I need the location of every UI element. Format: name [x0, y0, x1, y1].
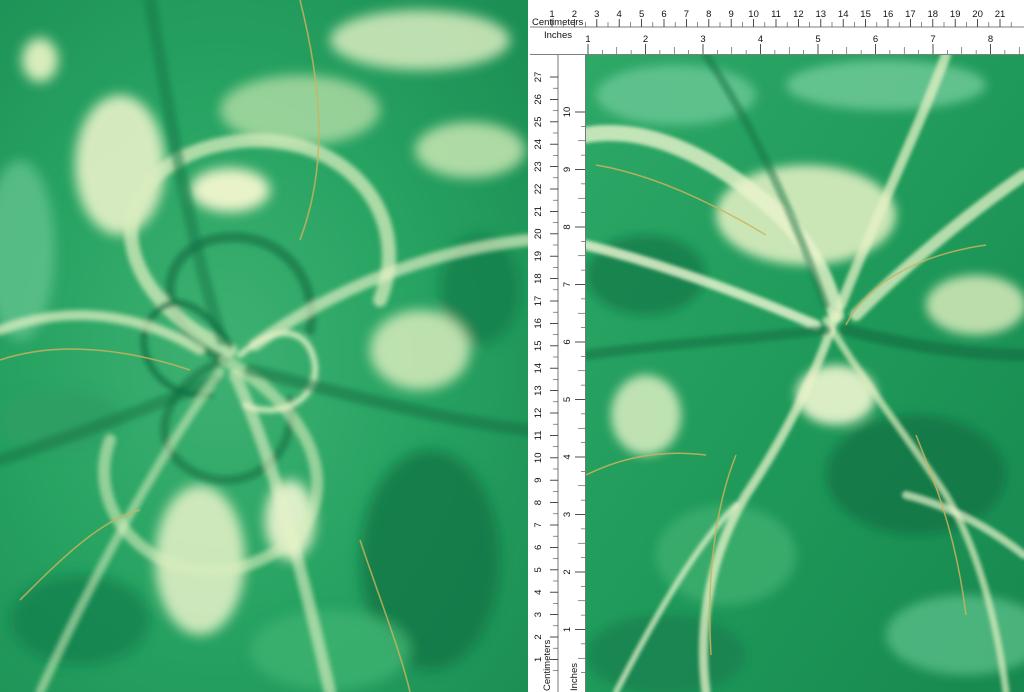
top-in-tick-label: 5: [815, 34, 820, 45]
side-in-tick-label: 4: [562, 454, 573, 459]
side-cm-tick-label: 22: [533, 184, 544, 195]
side-cm-tick-label: 8: [533, 500, 544, 505]
side-in-tick-label: 8: [562, 224, 573, 229]
side-cm-tick-label: 23: [533, 161, 544, 172]
top-in-tick-label: 1: [585, 34, 590, 45]
top-cm-tick-label: 14: [838, 9, 849, 20]
fabric-flat-swatch: [586, 55, 1024, 692]
top-cm-tick-label: 12: [793, 9, 804, 20]
top-cm-tick-label: 16: [883, 9, 894, 20]
side-in-label: Inches: [569, 663, 580, 691]
side-cm-tick-label: 4: [533, 590, 544, 595]
side-cm-tick-label: 12: [533, 408, 544, 419]
side-ruler: 27 26 25 24 23 22 21 20 19 18 17 16 15 14 13 12 11 10 9 8 7 6…: [530, 55, 586, 692]
top-cm-tick-label: 1: [549, 9, 554, 20]
side-in-tick-label: 3: [562, 512, 573, 517]
top-in-tick-label: 3: [700, 34, 705, 45]
side-cm-tick-label: 10: [533, 453, 544, 464]
fabric-swirl-photo: [0, 0, 528, 692]
side-cm-tick-label: 3: [533, 612, 544, 617]
side-cm-tick-label: 11: [533, 430, 544, 440]
top-cm-tick-label: 6: [661, 9, 666, 20]
side-cm-tick-label: 16: [533, 318, 544, 329]
top-cm-tick-label: 13: [816, 9, 827, 20]
top-in-tick-label: 7: [930, 34, 935, 45]
top-cm-tick-label: 17: [905, 9, 916, 20]
side-cm-tick-label: 21: [533, 206, 544, 217]
side-cm-label: Centimeters: [542, 640, 553, 691]
side-cm-tick-label: 15: [533, 341, 544, 352]
side-in-tick-label: 2: [562, 569, 573, 574]
side-cm-tick-label: 27: [533, 72, 544, 83]
side-cm-tick-label: 26: [533, 94, 544, 105]
top-cm-tick-label: 11: [771, 9, 781, 20]
side-cm-tick-label: 9: [533, 478, 544, 483]
side-in-tick-label: 7: [562, 282, 573, 287]
side-cm-tick-label: 5: [533, 567, 544, 572]
side-in-tick-label: 6: [562, 339, 573, 344]
side-cm-tick-label: 14: [533, 363, 544, 374]
top-cm-tick-label: 3: [594, 9, 599, 20]
side-cm-tick-label: 2: [533, 634, 544, 639]
side-cm-tick-label: 17: [533, 296, 544, 307]
top-cm-tick-label: 4: [617, 9, 622, 20]
side-cm-tick-label: 20: [533, 229, 544, 240]
top-cm-tick-label: 19: [950, 9, 961, 20]
product-image-composite: Centimeters Inches 1 2 3 4 5 6 7 8 9 10 11 12 13 14 15…: [0, 0, 1024, 692]
top-in-label: Inches: [544, 30, 572, 41]
top-cm-tick-label: 18: [928, 9, 939, 20]
top-cm-tick-label: 5: [639, 9, 644, 20]
top-cm-tick-label: 2: [572, 9, 577, 20]
side-cm-tick-label: 18: [533, 273, 544, 284]
top-ruler: Centimeters Inches 1 2 3 4 5 6 7 8 9 10 11 12 13 14 15…: [530, 0, 1024, 55]
side-cm-tick-label: 19: [533, 251, 544, 262]
top-in-tick-label: 4: [758, 34, 763, 45]
side-cm-tick-label: 7: [533, 522, 544, 527]
side-in-tick-label: 10: [562, 107, 573, 118]
top-in-tick-label: 6: [873, 34, 878, 45]
top-cm-tick-label: 8: [706, 9, 711, 20]
top-cm-tick-label: 20: [972, 9, 983, 20]
side-in-tick-label: 1: [562, 627, 573, 632]
top-cm-tick-label: 10: [748, 9, 759, 20]
side-cm-tick-label: 24: [533, 139, 544, 150]
top-in-tick-label: 2: [643, 34, 648, 45]
top-cm-tick-label: 21: [995, 9, 1006, 20]
side-in-tick-label: 9: [562, 167, 573, 172]
top-in-tick-label: 8: [988, 34, 993, 45]
top-cm-tick-label: 15: [860, 9, 871, 20]
top-cm-tick-label: 9: [729, 9, 734, 20]
side-cm-tick-label: 25: [533, 117, 544, 128]
side-cm-tick-label: 6: [533, 545, 544, 550]
side-cm-tick-label: 13: [533, 385, 544, 396]
top-cm-tick-label: 7: [684, 9, 689, 20]
side-in-tick-label: 5: [562, 397, 573, 402]
